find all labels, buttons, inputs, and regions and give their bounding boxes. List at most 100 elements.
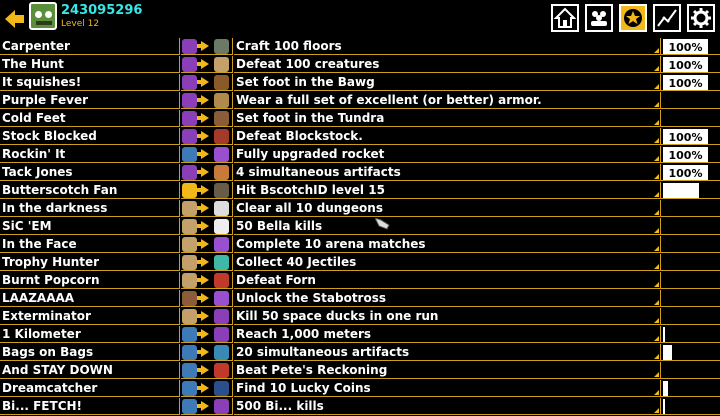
corner-marker-icon — [654, 264, 659, 269]
achievement-row[interactable]: In the darkness Clear all 10 dungeons — [0, 200, 720, 218]
reward-cell — [181, 146, 233, 163]
achievement-name: And STAY DOWN — [2, 363, 113, 377]
achievement-desc-cell: Find 10 Lucky Coins — [234, 380, 661, 397]
reward-icon — [214, 165, 229, 180]
achievement-row[interactable]: Burnt Popcorn Defeat Forn — [0, 272, 720, 290]
progress-value: 100% — [663, 39, 708, 54]
progress-bar — [663, 345, 672, 360]
stats-icon[interactable] — [653, 4, 681, 32]
home-icon[interactable] — [551, 4, 579, 32]
character-icon — [182, 75, 197, 90]
user-id: 243095296 — [61, 3, 143, 18]
reward-cell — [181, 308, 233, 325]
arrow-right-icon — [197, 257, 209, 267]
achievement-name-cell: Stock Blocked — [0, 128, 180, 145]
achievement-description: Defeat Blockstock. — [236, 129, 363, 143]
achievement-name: Trophy Hunter — [2, 255, 100, 269]
progress-cell — [661, 398, 720, 415]
progress-cell — [661, 326, 720, 343]
corner-marker-icon — [654, 300, 659, 305]
achievement-row[interactable]: Carpenter Craft 100 floors 100% — [0, 38, 720, 56]
corner-marker-icon — [654, 156, 659, 161]
character-icon — [182, 399, 197, 414]
top-bar: 243095296 Level 12 — [0, 0, 720, 40]
achievement-row[interactable]: Cold Feet Set foot in the Tundra — [0, 110, 720, 128]
achievement-row[interactable]: In the Face Complete 10 arena matches — [0, 236, 720, 254]
achievement-row[interactable]: Exterminator Kill 50 space ducks in one r… — [0, 308, 720, 326]
achievement-name-cell: It squishes! — [0, 74, 180, 91]
corner-marker-icon — [654, 318, 659, 323]
achievement-row[interactable]: SiC 'EM 50 Bella kills — [0, 218, 720, 236]
character-icon — [182, 291, 197, 306]
corner-marker-icon — [654, 282, 659, 287]
character-icon — [182, 381, 197, 396]
achievement-row[interactable]: LAAZAAAA Unlock the Stabotross — [0, 290, 720, 308]
reward-cell — [181, 92, 233, 109]
achievement-row[interactable]: Rockin' It Fully upgraded rocket 100% — [0, 146, 720, 164]
group-icon[interactable] — [585, 4, 613, 32]
arrow-right-icon — [197, 347, 209, 357]
reward-cell — [181, 218, 233, 235]
arrow-right-icon — [197, 275, 209, 285]
progress-cell — [661, 236, 720, 253]
achievement-name: SiC 'EM — [2, 219, 52, 233]
star-icon[interactable] — [619, 4, 647, 32]
mouse-cursor-icon — [375, 218, 390, 230]
achievement-desc-cell: Defeat Blockstock. — [234, 128, 661, 145]
achievement-row[interactable]: Butterscotch Fan Hit BscotchID level 15 — [0, 182, 720, 200]
achievement-row[interactable]: 1 Kilometer Reach 1,000 meters — [0, 326, 720, 344]
corner-marker-icon — [654, 192, 659, 197]
achievement-description: 500 Bi... kills — [236, 399, 324, 413]
achievement-desc-cell: Collect 40 Jectiles — [234, 254, 661, 271]
achievement-description: Wear a full set of excellent (or better)… — [236, 93, 542, 107]
character-icon — [182, 111, 197, 126]
achievement-row[interactable]: Trophy Hunter Collect 40 Jectiles — [0, 254, 720, 272]
reward-icon — [214, 345, 229, 360]
achievement-name-cell: Butterscotch Fan — [0, 182, 180, 199]
reward-cell — [181, 362, 233, 379]
back-arrow-icon[interactable] — [5, 9, 25, 29]
reward-icon — [214, 291, 229, 306]
achievement-description: 4 simultaneous artifacts — [236, 165, 401, 179]
character-icon — [182, 309, 197, 324]
achievement-row[interactable]: Bi... FETCH! 500 Bi... kills — [0, 398, 720, 416]
reward-icon — [214, 273, 229, 288]
achievement-row[interactable]: Tack Jones 4 simultaneous artifacts 100% — [0, 164, 720, 182]
progress-cell — [661, 200, 720, 217]
gear-icon[interactable] — [687, 4, 715, 32]
achievement-name-cell: Trophy Hunter — [0, 254, 180, 271]
reward-cell — [181, 182, 233, 199]
achievement-row[interactable]: Bags on Bags 20 simultaneous artifacts — [0, 344, 720, 362]
arrow-right-icon — [197, 293, 209, 303]
achievement-row[interactable]: It squishes! Set foot in the Bawg 100% — [0, 74, 720, 92]
progress-cell — [661, 110, 720, 127]
achievement-name: Bi... FETCH! — [2, 399, 83, 413]
corner-marker-icon — [654, 102, 659, 107]
reward-icon — [214, 201, 229, 216]
achievement-name-cell: In the Face — [0, 236, 180, 253]
corner-marker-icon — [654, 48, 659, 53]
character-icon — [182, 129, 197, 144]
character-icon — [182, 201, 197, 216]
achievement-row[interactable]: Dreamcatcher Find 10 Lucky Coins — [0, 380, 720, 398]
corner-marker-icon — [654, 408, 659, 413]
achievement-row[interactable]: Stock Blocked Defeat Blockstock. 100% — [0, 128, 720, 146]
achievement-name-cell: Bags on Bags — [0, 344, 180, 361]
reward-icon — [214, 93, 229, 108]
achievement-desc-cell: Beat Pete's Reckoning — [234, 362, 661, 379]
achievement-name-cell: In the darkness — [0, 200, 180, 217]
achievement-desc-cell: 4 simultaneous artifacts — [234, 164, 661, 181]
reward-cell — [181, 110, 233, 127]
character-icon — [182, 147, 197, 162]
reward-icon — [214, 129, 229, 144]
arrow-right-icon — [197, 167, 209, 177]
progress-cell — [661, 290, 720, 307]
achievement-row[interactable]: The Hunt Defeat 100 creatures 100% — [0, 56, 720, 74]
achievement-name-cell: Purple Fever — [0, 92, 180, 109]
achievement-row[interactable]: And STAY DOWN Beat Pete's Reckoning — [0, 362, 720, 380]
achievement-row[interactable]: Purple Fever Wear a full set of excellent… — [0, 92, 720, 110]
corner-marker-icon — [654, 372, 659, 377]
achievement-description: Hit BscotchID level 15 — [236, 183, 385, 197]
character-icon — [182, 363, 197, 378]
frog-avatar[interactable] — [29, 2, 57, 30]
